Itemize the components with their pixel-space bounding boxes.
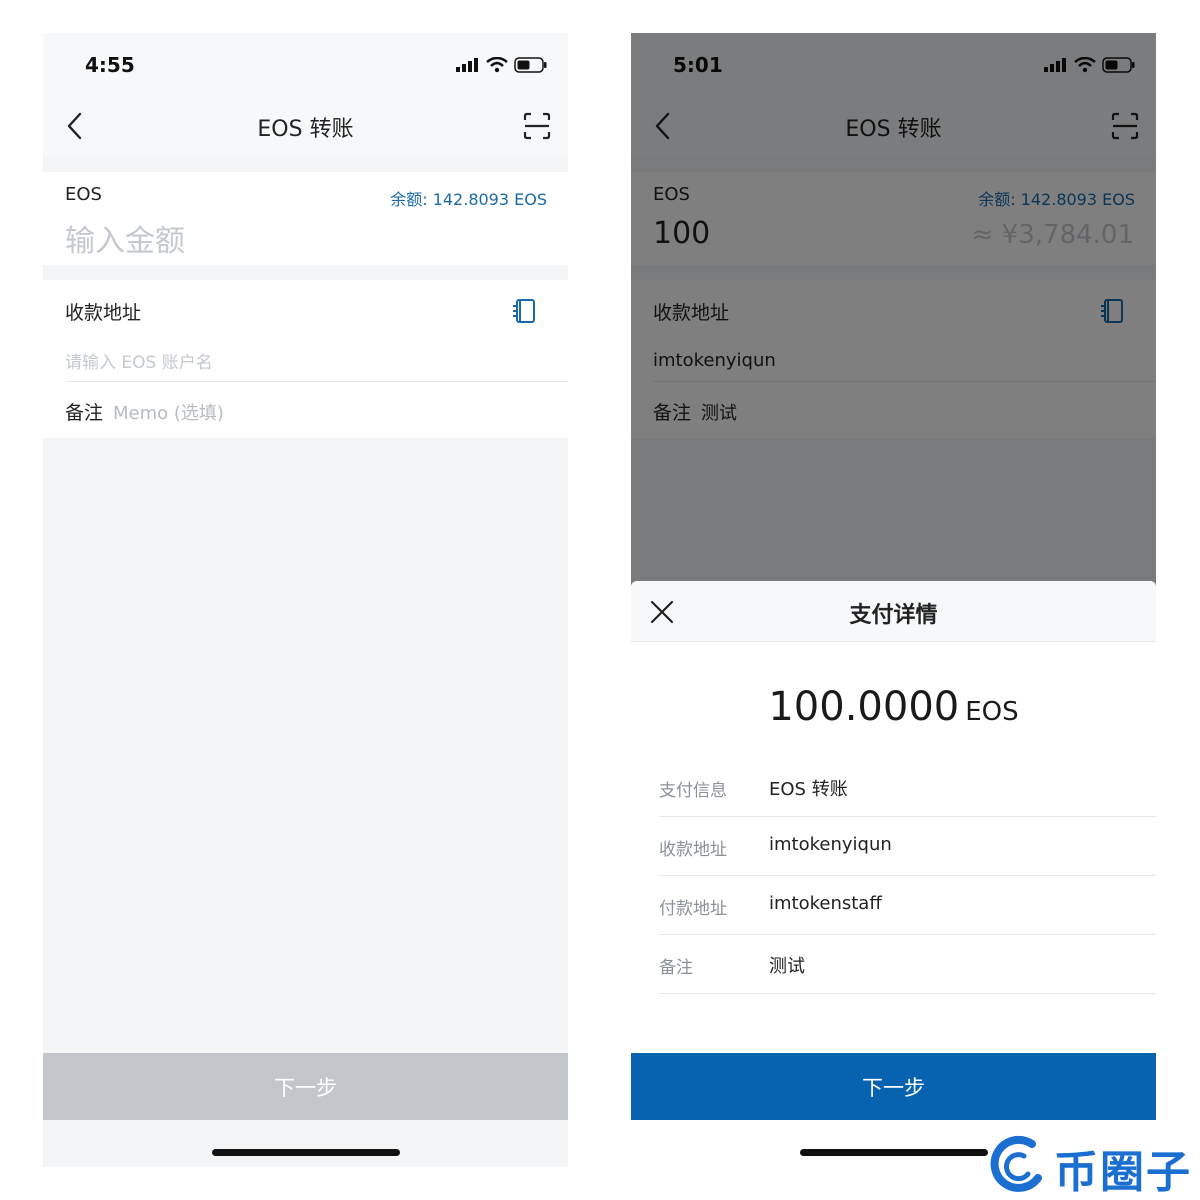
detail-label: 支付信息 xyxy=(659,781,727,801)
amount-card: EOS 余额: 142.8093 EOS 输入金额 xyxy=(43,172,568,265)
transfer-screen-empty: 4:55 EOS 转账 EOS 余额: 142.8093 EOS 输入金额 收款… xyxy=(43,33,568,1167)
next-button[interactable]: 下一步 xyxy=(43,1053,568,1120)
watermark-emblem-icon xyxy=(990,1135,1042,1192)
detail-label: 备注 xyxy=(659,958,693,978)
status-icons xyxy=(456,57,548,73)
payment-amount: 100.0000 EOS xyxy=(631,684,1156,730)
detail-value: EOS 转账 xyxy=(769,779,848,800)
recipient-address-label: 收款地址 xyxy=(65,302,142,324)
address-card: 收款地址 请输入 EOS 账户名 备注 Memo (选填) xyxy=(43,280,568,438)
detail-value: 测试 xyxy=(769,956,805,977)
detail-row-payer: 付款地址 imtokenstaff xyxy=(659,876,1156,935)
balance-text: 余额: 142.8093 EOS xyxy=(390,190,547,209)
battery-icon xyxy=(514,57,547,73)
scan-icon[interactable] xyxy=(522,111,552,141)
status-bar: 4:55 xyxy=(43,33,568,95)
detail-row-payment-info: 支付信息 EOS 转账 xyxy=(659,758,1156,817)
watermark-logo: 币圈子 xyxy=(988,1132,1200,1198)
payment-amount-unit: EOS xyxy=(965,697,1019,727)
amount-input[interactable]: 输入金额 xyxy=(65,216,185,260)
memo-label: 备注 xyxy=(65,402,104,424)
transfer-screen-confirm: 5:01 EOS 转账 EOS 余额: 142.8093 EOS 100 ≈ ¥… xyxy=(631,33,1156,1167)
home-indicator xyxy=(212,1149,400,1156)
sheet-header: 支付详情 xyxy=(631,581,1156,642)
nav-bar: EOS 转账 xyxy=(43,95,568,157)
status-time: 4:55 xyxy=(85,53,135,77)
divider xyxy=(65,381,568,382)
token-label: EOS xyxy=(65,184,102,205)
detail-label: 付款地址 xyxy=(659,899,727,919)
wifi-icon xyxy=(486,57,508,73)
detail-value: imtokenstaff xyxy=(769,893,882,914)
sheet-title: 支付详情 xyxy=(849,603,938,628)
signal-icon xyxy=(456,58,478,72)
detail-row-recipient: 收款地址 imtokenyiqun xyxy=(659,817,1156,876)
detail-label: 收款地址 xyxy=(659,840,727,860)
home-indicator xyxy=(800,1149,988,1156)
payment-amount-value: 100.0000 xyxy=(768,684,960,730)
next-button[interactable]: 下一步 xyxy=(631,1053,1156,1120)
detail-row-memo: 备注 测试 xyxy=(659,935,1156,994)
address-book-icon[interactable] xyxy=(512,298,536,324)
recipient-address-input[interactable]: 请输入 EOS 账户名 xyxy=(65,348,213,373)
memo-input[interactable]: Memo (选填) xyxy=(113,399,224,425)
page-title: EOS 转账 xyxy=(257,117,354,142)
watermark-text: 币圈子 xyxy=(1054,1147,1192,1198)
detail-value: imtokenyiqun xyxy=(769,834,892,855)
memo-row[interactable]: 备注 Memo (选填) xyxy=(65,398,224,425)
